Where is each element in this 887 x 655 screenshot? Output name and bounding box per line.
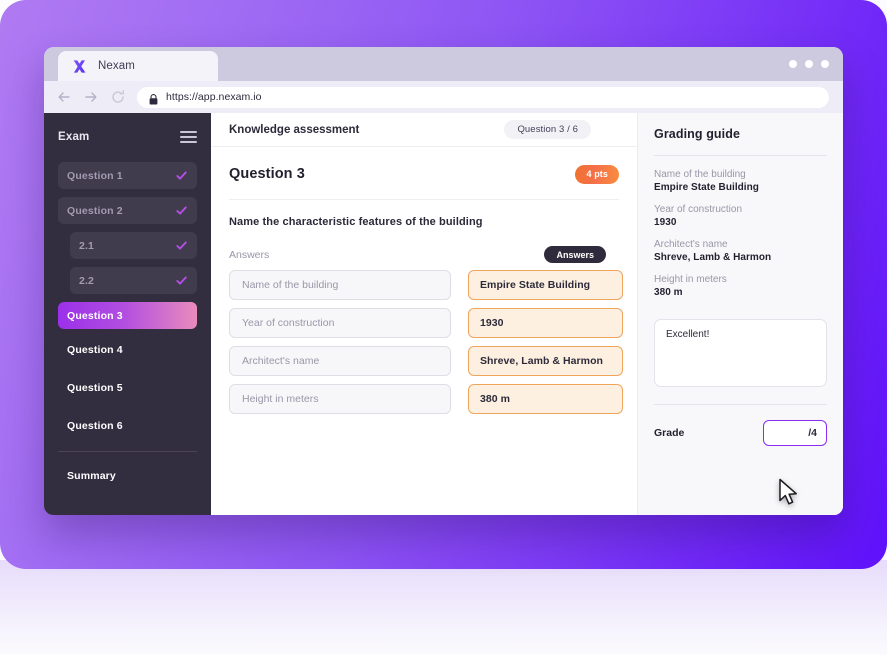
sidebar-item-label: Question 1 [67,169,123,182]
grading-guide-entry: Year of construction 1930 [654,204,827,239]
grading-guide-key: Year of construction [654,204,743,215]
hamburger-icon[interactable] [180,131,197,143]
window-dot-3[interactable] [821,60,829,68]
page-title: Knowledge assessment [229,123,360,136]
browser-tab-title: Nexam [98,60,135,72]
sidebar-item-label: Question 6 [67,420,123,432]
grading-guide-value: Empire State Building [654,182,759,193]
answer-field-value[interactable]: Empire State Building [468,270,623,300]
grade-input[interactable]: /4 [763,420,827,446]
reload-icon[interactable] [110,89,126,105]
question-title: Question 3 [229,166,305,182]
answer-field-label[interactable]: Name of the building [229,270,451,300]
page-background-fade [0,560,887,655]
check-icon [175,169,188,182]
answers-table: Name of the building Empire State Buildi… [229,270,623,414]
grading-guide-value: 380 m [654,287,683,298]
table-row: Year of construction 1930 [229,308,623,338]
grade-divider [654,404,827,405]
arrow-left-icon[interactable] [56,89,72,105]
sidebar-item-question-4[interactable]: Question 4 [58,337,197,363]
sidebar-item-summary[interactable]: Summary [58,463,197,489]
window-dot-1[interactable] [789,60,797,68]
arrow-right-icon[interactable] [83,89,99,105]
answer-field-value[interactable]: 1930 [468,308,623,338]
sidebar-item-label: Question 4 [67,344,123,356]
app-shell: Exam Question 1 Question 2 2.1 2.2 Quest… [44,113,843,515]
sidebar-item-label: 2.1 [79,239,95,252]
browser-window: Nexam https://app.nexam.io Exam Question… [44,47,843,515]
sidebar-item-question-5[interactable]: Question 5 [58,375,197,401]
sidebar-item-label: Question 2 [67,204,123,217]
sidebar-item-label: 2.2 [79,274,95,287]
sidebar-header: Exam [58,125,197,149]
sidebar-item-label: Question 5 [67,382,123,394]
answer-field-value[interactable]: 380 m [468,384,623,414]
points-badge: 4 pts [575,164,619,184]
table-row: Architect's name Shreve, Lamb & Harmon [229,346,623,376]
sidebar-title: Exam [58,131,90,143]
grading-guide-entry: Architect's name Shreve, Lamb & Harmon [654,239,827,274]
sidebar-item-2-1[interactable]: 2.1 [70,232,197,259]
grading-guide-title: Grading guide [654,127,741,141]
question-divider [229,199,619,200]
check-icon [175,204,188,217]
window-controls[interactable] [789,60,829,68]
lock-icon [149,92,158,104]
grading-guide-value: Shreve, Lamb & Harmon [654,252,772,263]
question-prompt: Name the characteristic features of the … [229,216,483,228]
table-row: Height in meters 380 m [229,384,623,414]
main-content: Knowledge assessment Question 3 / 6 Ques… [211,113,637,515]
answer-field-value[interactable]: Shreve, Lamb & Harmon [468,346,623,376]
grade-row: Grade /4 [654,420,827,446]
sidebar-item-question-1[interactable]: Question 1 [58,162,197,189]
table-row: Name of the building Empire State Buildi… [229,270,623,300]
browser-tab-strip: Nexam [44,47,843,81]
question-panel: Question 3 4 pts Name the characteristic… [211,147,637,515]
grading-guide-key: Name of the building [654,169,746,180]
answers-label: Answers [229,248,270,261]
grading-guide-value: 1930 [654,217,677,228]
sidebar-divider [58,451,197,452]
address-bar-url: https://app.nexam.io [166,91,262,103]
sidebar-item-label: Summary [67,470,116,482]
nexam-x-logo-icon [71,58,88,75]
answer-field-label[interactable]: Height in meters [229,384,451,414]
main-header: Knowledge assessment Question 3 / 6 [211,113,637,147]
screenshot-root: Nexam https://app.nexam.io Exam Question… [0,0,887,655]
grading-guide-key: Height in meters [654,274,727,285]
answer-field-label[interactable]: Architect's name [229,346,451,376]
answer-field-label[interactable]: Year of construction [229,308,451,338]
browser-tab[interactable]: Nexam [58,51,218,81]
check-icon [175,239,188,252]
question-title-row: Question 3 4 pts [229,161,619,187]
sidebar-item-question-2[interactable]: Question 2 [58,197,197,224]
question-progress-pill: Question 3 / 6 [504,120,591,139]
grading-guide-panel: Grading guide Name of the building Empir… [637,113,843,515]
window-dot-2[interactable] [805,60,813,68]
check-icon [175,274,188,287]
sidebar-item-2-2[interactable]: 2.2 [70,267,197,294]
grading-guide-entry: Height in meters 380 m [654,274,827,309]
sidebar-item-question-3[interactable]: Question 3 [58,302,197,329]
grading-guide-divider [654,155,827,156]
address-bar[interactable]: https://app.nexam.io [137,86,829,108]
grading-guide-entry: Name of the building Empire State Buildi… [654,169,827,204]
sidebar-item-question-6[interactable]: Question 6 [58,413,197,439]
answers-chip: Answers [544,246,606,263]
sidebar-item-label: Question 3 [67,309,123,322]
answers-header: Answers Answers [229,246,619,263]
grade-label: Grade [654,427,685,439]
sidebar: Exam Question 1 Question 2 2.1 2.2 Quest… [44,113,211,515]
browser-toolbar: https://app.nexam.io [44,81,843,113]
comment-textarea[interactable]: Excellent! [654,319,827,387]
grading-guide-key: Architect's name [654,239,728,250]
